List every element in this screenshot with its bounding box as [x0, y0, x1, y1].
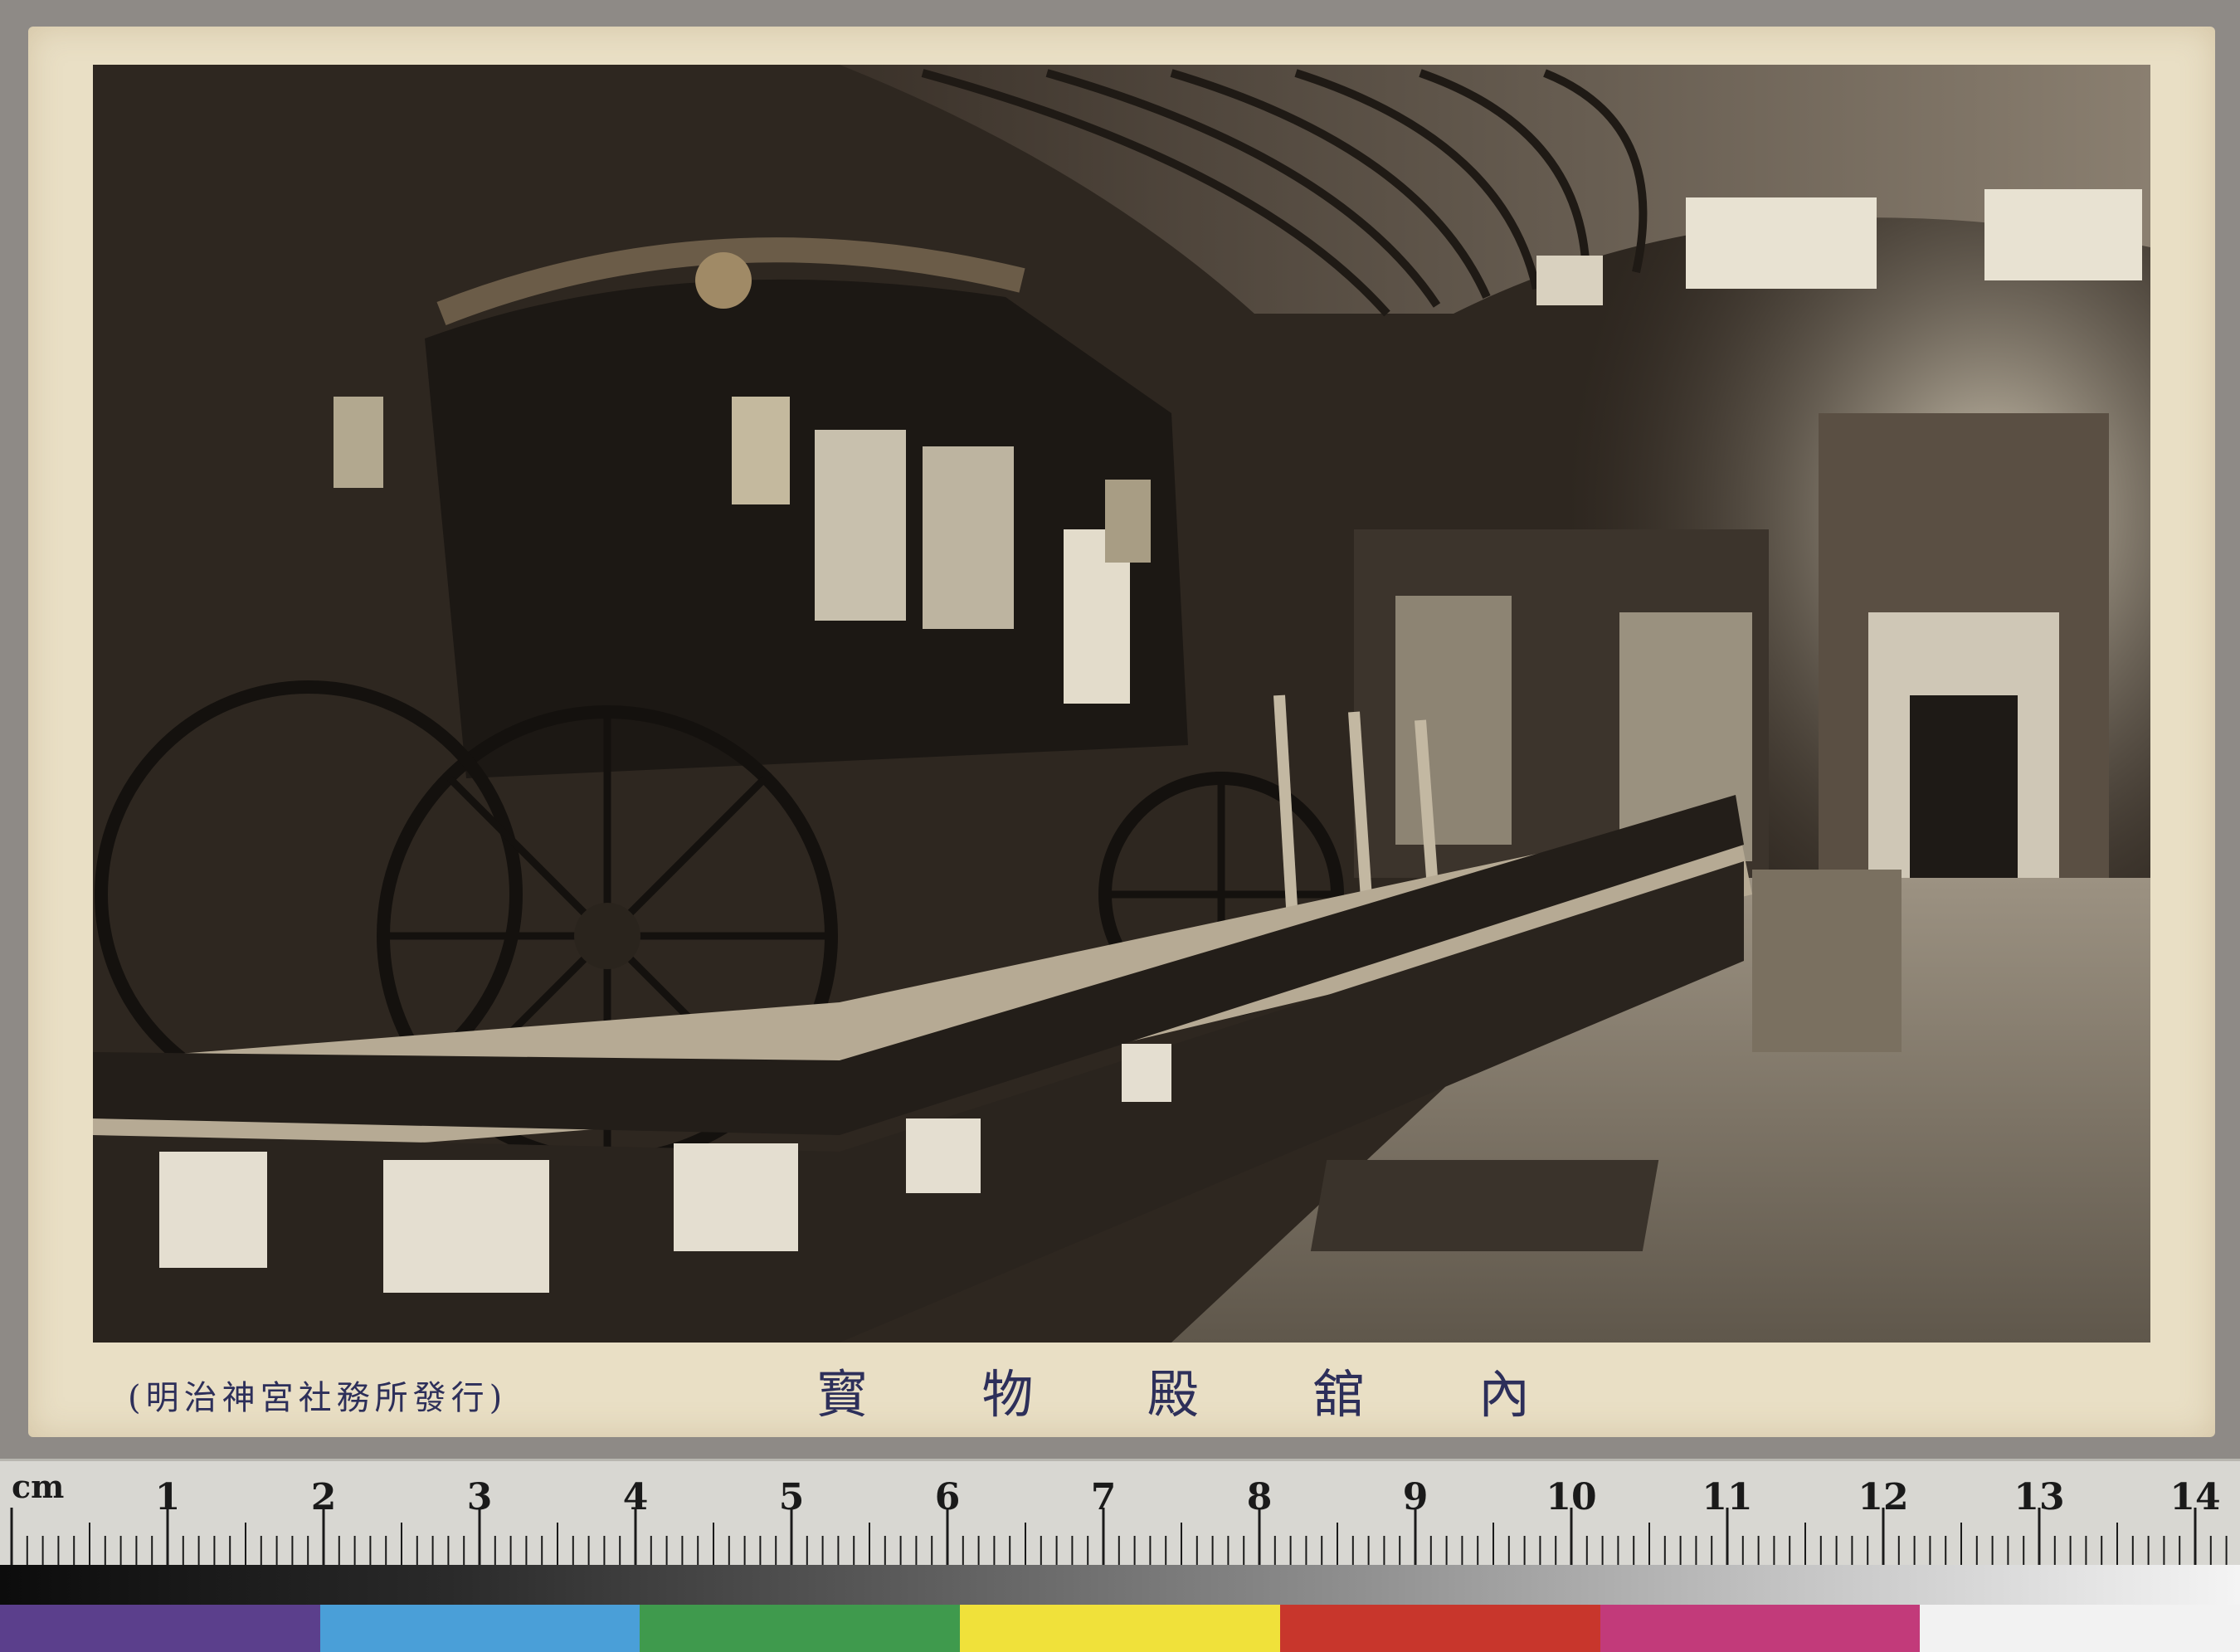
measurement-ruler: cm 1 2 3 4 5 6 7 8 9 10 11 12 13 14: [0, 1459, 2240, 1566]
ruler-number: 9: [1402, 1476, 1429, 1518]
ruler-unit-label: cm: [12, 1468, 65, 1505]
ruler-number: 10: [1546, 1476, 1597, 1518]
grayscale-strip: [0, 1565, 2240, 1605]
color-swatch: [1279, 1605, 1600, 1652]
color-swatch: [1920, 1605, 2240, 1652]
ruler-number: 14: [2169, 1476, 2221, 1518]
ruler-number: 6: [934, 1476, 961, 1518]
caption-char: 物: [981, 1364, 1034, 1425]
postcard-caption: 寳 物 殿 舘 內: [816, 1352, 1530, 1427]
caption-char: 殿: [1147, 1364, 1199, 1425]
caption-char: 內: [1478, 1364, 1530, 1425]
color-calibration-strip: [0, 1605, 2240, 1652]
museum-interior-photo: [93, 65, 2150, 1343]
ruler-number: 11: [1702, 1476, 1753, 1518]
ruler-number: 3: [466, 1476, 493, 1518]
ruler-number: 1: [154, 1476, 181, 1518]
color-swatch: [960, 1605, 1280, 1652]
caption-char: 舘: [1312, 1364, 1365, 1425]
ruler-number: 5: [778, 1476, 805, 1518]
ruler-number: 8: [1246, 1476, 1273, 1518]
postcard: (明治神宮社務所發行) 寳 物 殿 舘 內: [28, 27, 2215, 1437]
color-swatch: [1600, 1605, 1921, 1652]
color-swatch: [640, 1605, 961, 1652]
ruler-number: 13: [2014, 1476, 2065, 1518]
ruler-number: 7: [1090, 1476, 1117, 1518]
color-swatch: [319, 1605, 640, 1652]
caption-char: 寳: [816, 1364, 869, 1425]
ruler-number: 12: [1858, 1476, 1909, 1518]
color-swatch: [0, 1605, 320, 1652]
carriage-hall-illustration: [93, 65, 2150, 1343]
publisher-text: (明治神宮社務所發行): [128, 1379, 508, 1417]
ruler-number: 2: [310, 1476, 337, 1518]
ruler-number: 4: [622, 1476, 649, 1518]
